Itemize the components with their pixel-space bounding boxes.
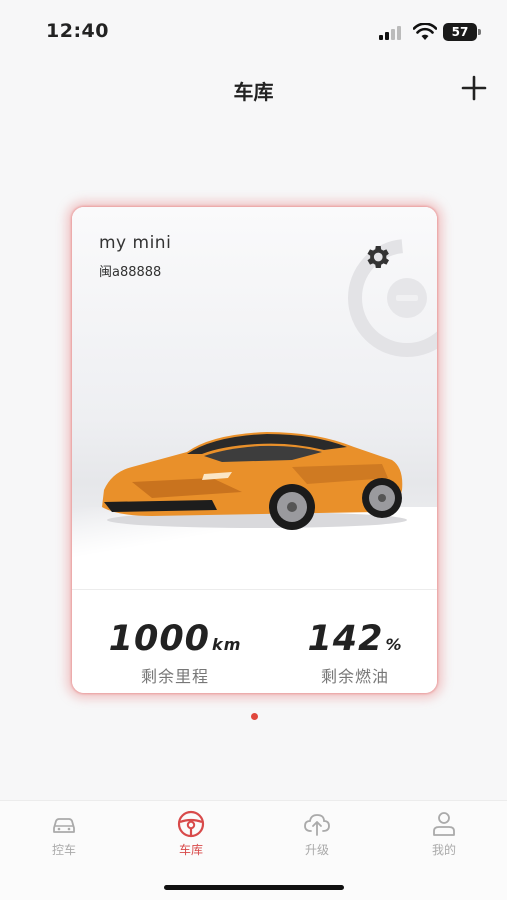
tab-label: 控车 — [51, 843, 76, 857]
vehicle-name: my mini — [99, 233, 172, 253]
remaining-range: 1000 km 剩余里程 — [100, 619, 250, 687]
wifi-icon — [413, 23, 437, 40]
tab-control[interactable]: 控车 — [24, 809, 104, 858]
page-title: 车库 — [233, 80, 274, 104]
remaining-fuel: 142% 剩余燃油 — [290, 619, 420, 687]
steering-wheel-icon — [177, 810, 205, 838]
range-label: 剩余里程 — [140, 667, 209, 686]
tab-garage[interactable]: 车库 — [151, 809, 231, 858]
fuel-label: 剩余燃油 — [320, 667, 389, 686]
range-value: 1000 — [108, 619, 211, 659]
car-icon — [53, 818, 75, 833]
tab-label: 我的 — [431, 843, 456, 857]
gear-icon[interactable] — [362, 242, 392, 272]
cellular-signal-icon — [379, 26, 401, 40]
home-indicator — [164, 885, 344, 890]
car-image — [102, 432, 407, 530]
license-plate: 闽a88888 — [99, 265, 162, 280]
status-time: 12:40 — [46, 20, 109, 42]
fuel-value: 142 — [307, 619, 384, 659]
cloud-upload-icon — [304, 814, 330, 836]
tab-label: 升级 — [304, 843, 329, 857]
status-bar: 12:40 57 — [0, 0, 507, 60]
tab-label: 车库 — [178, 843, 203, 857]
plus-icon[interactable] — [460, 74, 488, 102]
user-icon — [433, 812, 455, 836]
tab-profile[interactable]: 我的 — [404, 809, 484, 858]
battery-icon: 57 — [443, 23, 481, 41]
tab-upgrade[interactable]: 升级 — [277, 809, 357, 858]
divider — [72, 589, 437, 590]
fuel-unit: % — [385, 635, 403, 654]
vehicle-card[interactable]: my mini 闽a88888 1000 km 剩余里程 142% 剩余燃油 — [72, 207, 437, 693]
page-indicator-dot — [251, 713, 258, 720]
battery-level: 57 — [443, 23, 477, 41]
range-unit: km — [212, 635, 242, 654]
